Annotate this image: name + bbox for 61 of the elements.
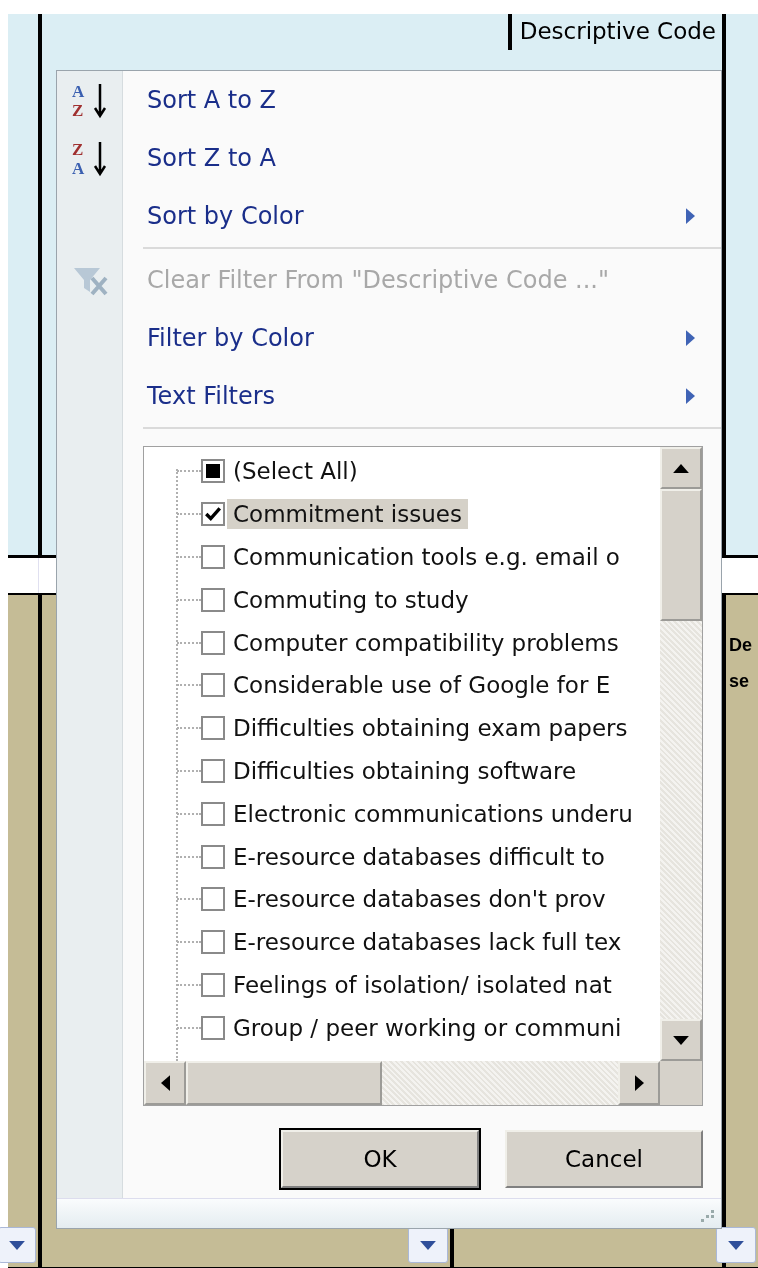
list-item[interactable]: Group / peer working or communi xyxy=(227,1012,628,1043)
submenu-arrow-icon xyxy=(686,388,695,404)
checkbox[interactable] xyxy=(201,972,225,997)
list-item[interactable]: Electronic communications underu xyxy=(227,798,639,829)
caret-icon xyxy=(420,1240,436,1250)
scroll-thumb[interactable] xyxy=(660,489,702,621)
checkbox[interactable] xyxy=(201,459,225,484)
list-item[interactable]: Communication tools e.g. email o xyxy=(227,542,626,572)
list-item[interactable]: E-resource databases don't prov xyxy=(227,884,612,915)
checkbox[interactable] xyxy=(201,887,225,912)
checkbox[interactable] xyxy=(201,587,225,612)
list-item[interactable]: E-resource databases lack full tex xyxy=(227,927,628,958)
scrollbar-corner xyxy=(660,1061,702,1105)
filter-dropdown-button[interactable] xyxy=(408,1227,448,1263)
checkbox[interactable] xyxy=(201,1015,225,1040)
cancel-button[interactable]: Cancel xyxy=(505,1130,703,1188)
left-arrow-icon xyxy=(160,1075,170,1091)
list-item[interactable]: Computer compatibility problems xyxy=(227,627,625,658)
checkbox[interactable] xyxy=(201,716,225,741)
right-arrow-icon xyxy=(634,1075,644,1091)
caret-icon xyxy=(9,1240,25,1250)
down-arrow-icon xyxy=(673,1035,689,1045)
scroll-up-button[interactable] xyxy=(660,447,702,489)
list-item[interactable]: Considerable use of Google for E xyxy=(227,670,617,701)
list-item[interactable]: Commuting to study xyxy=(227,584,475,615)
menu-item[interactable]: A Z Sort A to Z xyxy=(57,71,721,129)
scroll-left-button[interactable] xyxy=(144,1061,186,1105)
list-item[interactable]: Difficulties obtaining software xyxy=(227,755,583,786)
checkbox[interactable] xyxy=(201,502,225,527)
cell-text: se xyxy=(729,670,750,693)
scroll-down-button[interactable] xyxy=(660,1019,702,1061)
filter-dropdown-button[interactable] xyxy=(0,1227,36,1263)
submenu-arrow-icon xyxy=(686,330,695,346)
scroll-thumb[interactable] xyxy=(186,1061,382,1105)
menu-item: Clear Filter From "Descriptive Code ..." xyxy=(57,251,721,309)
menu-item[interactable]: Z A Sort Z to A xyxy=(57,129,721,187)
submenu-arrow-icon xyxy=(686,208,695,224)
checkbox[interactable] xyxy=(201,930,225,955)
checkbox[interactable] xyxy=(201,630,225,655)
cell-text: De xyxy=(729,634,752,657)
scroll-right-button[interactable] xyxy=(618,1061,660,1105)
checkbox[interactable] xyxy=(201,545,225,569)
vertical-scrollbar[interactable] xyxy=(660,447,702,1061)
up-arrow-icon xyxy=(673,463,689,473)
checkbox[interactable] xyxy=(201,758,225,783)
checkbox[interactable] xyxy=(201,801,225,826)
list-item[interactable]: Feelings of isolation/ isolated nat xyxy=(227,969,618,1000)
list-item[interactable]: Difficulties obtaining exam papers xyxy=(227,713,634,744)
caret-icon xyxy=(728,1240,744,1250)
ok-button[interactable]: OK xyxy=(281,1130,479,1188)
checkbox[interactable] xyxy=(201,844,225,869)
list-item[interactable]: Commitment issues xyxy=(227,499,468,530)
checkbox[interactable] xyxy=(201,673,225,698)
filter-dropdown-button[interactable] xyxy=(716,1227,756,1263)
horizontal-scrollbar[interactable] xyxy=(144,1061,702,1105)
menu-item[interactable]: Sort by Color xyxy=(57,187,721,245)
menu-item[interactable]: Text Filters xyxy=(57,367,721,425)
menu-item[interactable]: Filter by Color xyxy=(57,309,721,367)
list-item[interactable]: E-resource databases difficult to xyxy=(227,841,611,872)
resize-grip-icon[interactable] xyxy=(701,1208,715,1222)
list-item[interactable]: (Select All) xyxy=(227,456,364,487)
